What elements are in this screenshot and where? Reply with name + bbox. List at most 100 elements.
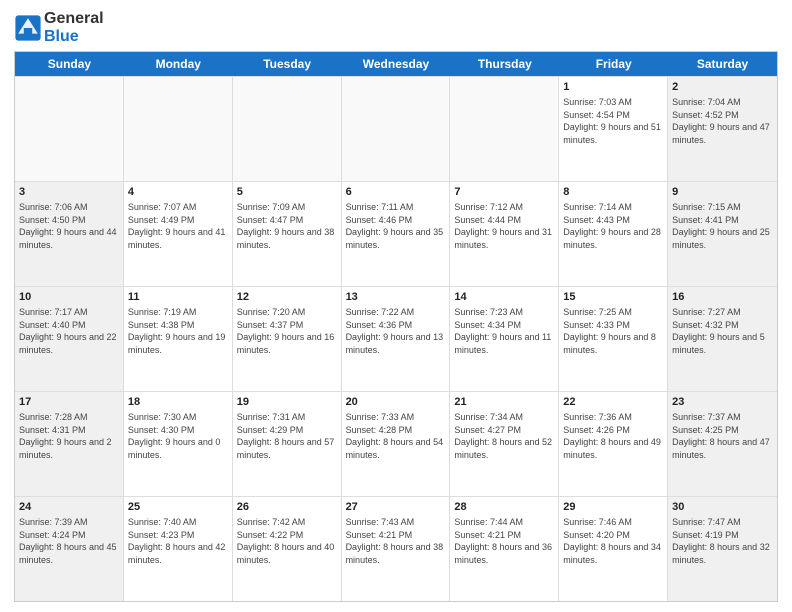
calendar-cell: 5Sunrise: 7:09 AM Sunset: 4:47 PM Daylig… xyxy=(233,182,342,286)
calendar: SundayMondayTuesdayWednesdayThursdayFrid… xyxy=(14,51,778,602)
day-number: 26 xyxy=(237,500,337,515)
calendar-cell: 1Sunrise: 7:03 AM Sunset: 4:54 PM Daylig… xyxy=(559,77,668,181)
calendar-cell xyxy=(233,77,342,181)
day-info: Sunrise: 7:43 AM Sunset: 4:21 PM Dayligh… xyxy=(346,516,446,566)
calendar-cell: 20Sunrise: 7:33 AM Sunset: 4:28 PM Dayli… xyxy=(342,392,451,496)
calendar-cell xyxy=(342,77,451,181)
day-number: 16 xyxy=(672,290,773,305)
day-info: Sunrise: 7:14 AM Sunset: 4:43 PM Dayligh… xyxy=(563,201,663,251)
calendar-cell: 27Sunrise: 7:43 AM Sunset: 4:21 PM Dayli… xyxy=(342,497,451,601)
logo: General Blue xyxy=(14,10,104,45)
day-info: Sunrise: 7:17 AM Sunset: 4:40 PM Dayligh… xyxy=(19,306,119,356)
day-number: 8 xyxy=(563,185,663,200)
calendar-row-5: 24Sunrise: 7:39 AM Sunset: 4:24 PM Dayli… xyxy=(15,496,777,601)
day-number: 30 xyxy=(672,500,773,515)
day-number: 19 xyxy=(237,395,337,410)
calendar-cell: 16Sunrise: 7:27 AM Sunset: 4:32 PM Dayli… xyxy=(668,287,777,391)
day-number: 17 xyxy=(19,395,119,410)
day-info: Sunrise: 7:07 AM Sunset: 4:49 PM Dayligh… xyxy=(128,201,228,251)
day-number: 10 xyxy=(19,290,119,305)
day-info: Sunrise: 7:37 AM Sunset: 4:25 PM Dayligh… xyxy=(672,411,773,461)
calendar-row-1: 1Sunrise: 7:03 AM Sunset: 4:54 PM Daylig… xyxy=(15,76,777,181)
day-info: Sunrise: 7:06 AM Sunset: 4:50 PM Dayligh… xyxy=(19,201,119,251)
day-number: 22 xyxy=(563,395,663,410)
day-info: Sunrise: 7:28 AM Sunset: 4:31 PM Dayligh… xyxy=(19,411,119,461)
calendar-cell: 7Sunrise: 7:12 AM Sunset: 4:44 PM Daylig… xyxy=(450,182,559,286)
day-number: 1 xyxy=(563,80,663,95)
calendar-row-2: 3Sunrise: 7:06 AM Sunset: 4:50 PM Daylig… xyxy=(15,181,777,286)
day-number: 20 xyxy=(346,395,446,410)
day-info: Sunrise: 7:25 AM Sunset: 4:33 PM Dayligh… xyxy=(563,306,663,356)
calendar-cell: 21Sunrise: 7:34 AM Sunset: 4:27 PM Dayli… xyxy=(450,392,559,496)
day-info: Sunrise: 7:15 AM Sunset: 4:41 PM Dayligh… xyxy=(672,201,773,251)
day-number: 27 xyxy=(346,500,446,515)
day-info: Sunrise: 7:31 AM Sunset: 4:29 PM Dayligh… xyxy=(237,411,337,461)
calendar-cell: 8Sunrise: 7:14 AM Sunset: 4:43 PM Daylig… xyxy=(559,182,668,286)
header-day-monday: Monday xyxy=(124,52,233,76)
header-day-tuesday: Tuesday xyxy=(233,52,342,76)
day-number: 23 xyxy=(672,395,773,410)
calendar-cell: 24Sunrise: 7:39 AM Sunset: 4:24 PM Dayli… xyxy=(15,497,124,601)
calendar-cell: 14Sunrise: 7:23 AM Sunset: 4:34 PM Dayli… xyxy=(450,287,559,391)
header-day-friday: Friday xyxy=(559,52,668,76)
calendar-cell: 10Sunrise: 7:17 AM Sunset: 4:40 PM Dayli… xyxy=(15,287,124,391)
calendar-header: SundayMondayTuesdayWednesdayThursdayFrid… xyxy=(15,52,777,76)
calendar-cell: 26Sunrise: 7:42 AM Sunset: 4:22 PM Dayli… xyxy=(233,497,342,601)
day-info: Sunrise: 7:39 AM Sunset: 4:24 PM Dayligh… xyxy=(19,516,119,566)
day-info: Sunrise: 7:20 AM Sunset: 4:37 PM Dayligh… xyxy=(237,306,337,356)
logo-icon xyxy=(14,14,42,42)
day-info: Sunrise: 7:47 AM Sunset: 4:19 PM Dayligh… xyxy=(672,516,773,566)
calendar-row-3: 10Sunrise: 7:17 AM Sunset: 4:40 PM Dayli… xyxy=(15,286,777,391)
header: General Blue xyxy=(14,10,778,45)
calendar-cell: 15Sunrise: 7:25 AM Sunset: 4:33 PM Dayli… xyxy=(559,287,668,391)
page: General Blue SundayMondayTuesdayWednesda… xyxy=(0,0,792,612)
calendar-cell: 6Sunrise: 7:11 AM Sunset: 4:46 PM Daylig… xyxy=(342,182,451,286)
calendar-cell: 13Sunrise: 7:22 AM Sunset: 4:36 PM Dayli… xyxy=(342,287,451,391)
calendar-cell: 12Sunrise: 7:20 AM Sunset: 4:37 PM Dayli… xyxy=(233,287,342,391)
calendar-cell: 9Sunrise: 7:15 AM Sunset: 4:41 PM Daylig… xyxy=(668,182,777,286)
logo-text: General Blue xyxy=(44,10,104,45)
day-number: 25 xyxy=(128,500,228,515)
calendar-cell: 23Sunrise: 7:37 AM Sunset: 4:25 PM Dayli… xyxy=(668,392,777,496)
day-number: 7 xyxy=(454,185,554,200)
day-number: 18 xyxy=(128,395,228,410)
day-info: Sunrise: 7:30 AM Sunset: 4:30 PM Dayligh… xyxy=(128,411,228,461)
header-day-thursday: Thursday xyxy=(450,52,559,76)
day-number: 9 xyxy=(672,185,773,200)
day-number: 21 xyxy=(454,395,554,410)
day-info: Sunrise: 7:23 AM Sunset: 4:34 PM Dayligh… xyxy=(454,306,554,356)
day-info: Sunrise: 7:33 AM Sunset: 4:28 PM Dayligh… xyxy=(346,411,446,461)
day-number: 2 xyxy=(672,80,773,95)
calendar-cell: 18Sunrise: 7:30 AM Sunset: 4:30 PM Dayli… xyxy=(124,392,233,496)
day-number: 3 xyxy=(19,185,119,200)
day-info: Sunrise: 7:22 AM Sunset: 4:36 PM Dayligh… xyxy=(346,306,446,356)
calendar-cell xyxy=(450,77,559,181)
calendar-cell: 2Sunrise: 7:04 AM Sunset: 4:52 PM Daylig… xyxy=(668,77,777,181)
day-number: 29 xyxy=(563,500,663,515)
day-number: 4 xyxy=(128,185,228,200)
day-number: 12 xyxy=(237,290,337,305)
day-number: 5 xyxy=(237,185,337,200)
header-day-wednesday: Wednesday xyxy=(342,52,451,76)
day-info: Sunrise: 7:19 AM Sunset: 4:38 PM Dayligh… xyxy=(128,306,228,356)
day-info: Sunrise: 7:42 AM Sunset: 4:22 PM Dayligh… xyxy=(237,516,337,566)
day-info: Sunrise: 7:34 AM Sunset: 4:27 PM Dayligh… xyxy=(454,411,554,461)
day-info: Sunrise: 7:04 AM Sunset: 4:52 PM Dayligh… xyxy=(672,96,773,146)
calendar-cell: 29Sunrise: 7:46 AM Sunset: 4:20 PM Dayli… xyxy=(559,497,668,601)
calendar-cell: 4Sunrise: 7:07 AM Sunset: 4:49 PM Daylig… xyxy=(124,182,233,286)
day-info: Sunrise: 7:12 AM Sunset: 4:44 PM Dayligh… xyxy=(454,201,554,251)
calendar-row-4: 17Sunrise: 7:28 AM Sunset: 4:31 PM Dayli… xyxy=(15,391,777,496)
calendar-body: 1Sunrise: 7:03 AM Sunset: 4:54 PM Daylig… xyxy=(15,76,777,601)
day-info: Sunrise: 7:11 AM Sunset: 4:46 PM Dayligh… xyxy=(346,201,446,251)
header-day-sunday: Sunday xyxy=(15,52,124,76)
day-info: Sunrise: 7:09 AM Sunset: 4:47 PM Dayligh… xyxy=(237,201,337,251)
day-number: 14 xyxy=(454,290,554,305)
day-number: 13 xyxy=(346,290,446,305)
calendar-cell: 11Sunrise: 7:19 AM Sunset: 4:38 PM Dayli… xyxy=(124,287,233,391)
calendar-cell: 28Sunrise: 7:44 AM Sunset: 4:21 PM Dayli… xyxy=(450,497,559,601)
calendar-cell: 22Sunrise: 7:36 AM Sunset: 4:26 PM Dayli… xyxy=(559,392,668,496)
day-number: 28 xyxy=(454,500,554,515)
day-number: 6 xyxy=(346,185,446,200)
day-info: Sunrise: 7:40 AM Sunset: 4:23 PM Dayligh… xyxy=(128,516,228,566)
day-info: Sunrise: 7:03 AM Sunset: 4:54 PM Dayligh… xyxy=(563,96,663,146)
